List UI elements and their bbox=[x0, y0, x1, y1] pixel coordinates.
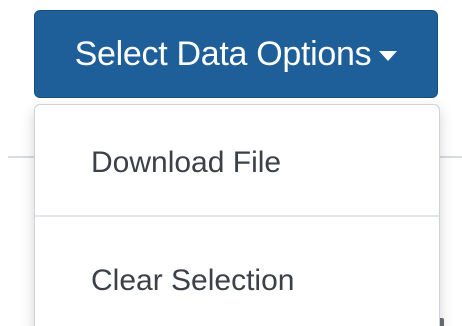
select-data-options-button[interactable]: Select Data Options bbox=[34, 10, 438, 98]
background-divider bbox=[8, 156, 36, 158]
data-options-menu: Download File Clear Selection bbox=[34, 104, 440, 326]
menu-item-label: Clear Selection bbox=[91, 264, 295, 297]
menu-divider bbox=[35, 215, 439, 217]
caret-down-icon bbox=[379, 51, 398, 61]
select-data-options-label: Select Data Options bbox=[74, 34, 372, 73]
clear-selection-menu-item[interactable]: Clear Selection bbox=[35, 231, 439, 326]
download-file-menu-item[interactable]: Download File bbox=[35, 113, 439, 213]
page: Select Data Options Download File Clear … bbox=[0, 0, 462, 326]
menu-item-label: Download File bbox=[91, 146, 282, 179]
background-divider bbox=[440, 156, 462, 158]
